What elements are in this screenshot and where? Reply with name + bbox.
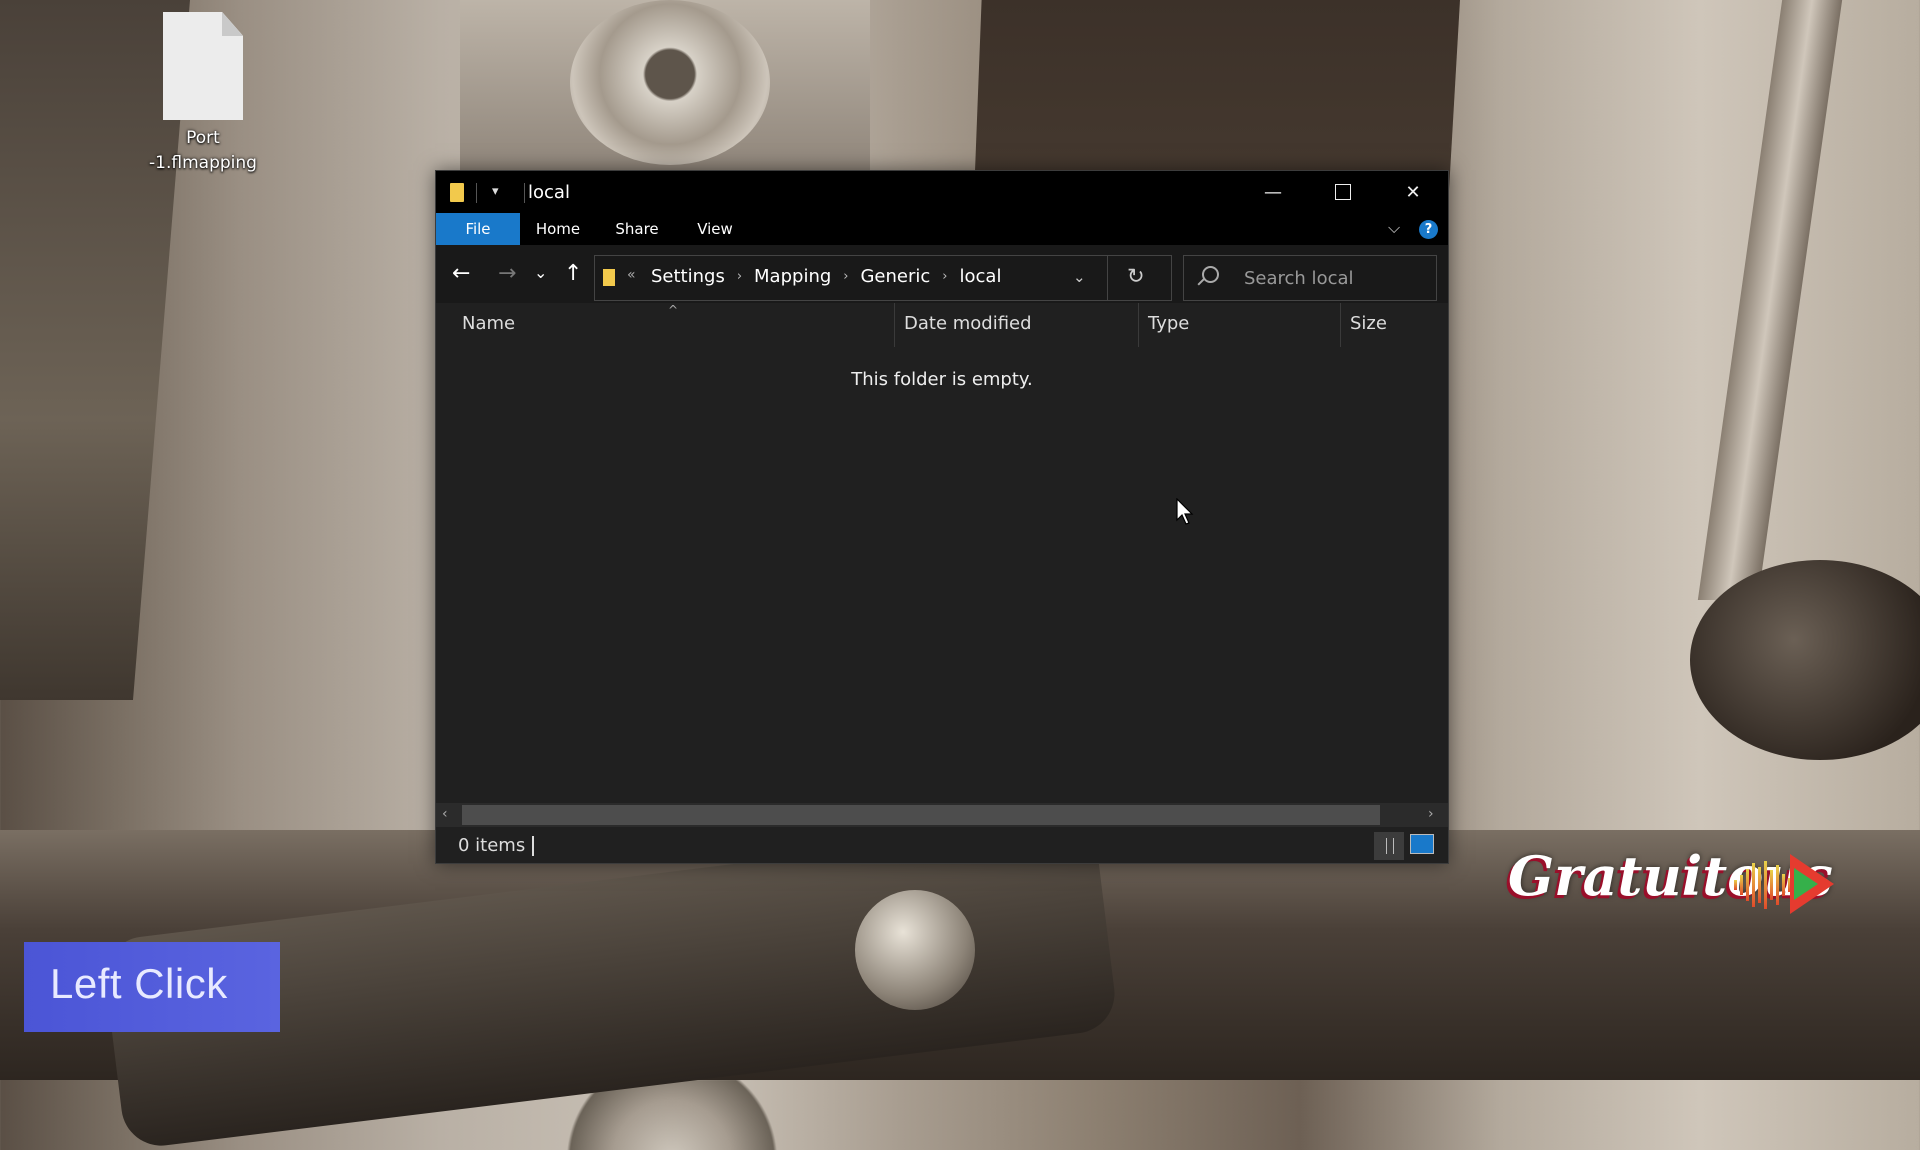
folder-icon [603, 269, 615, 286]
address-bar[interactable]: « Settings › Mapping › Generic › local ⌄… [594, 255, 1172, 301]
maximize-icon [1335, 184, 1351, 200]
divider [1107, 256, 1108, 300]
desktop-file-label: Port -1.flmapping [143, 126, 263, 176]
soundwave-icon [1734, 860, 1794, 910]
help-icon[interactable]: ? [1419, 220, 1438, 239]
breadcrumb-item-settings[interactable]: Settings [651, 266, 725, 287]
background-mic-stand [1697, 0, 1843, 600]
close-button[interactable]: ✕ [1378, 171, 1448, 213]
search-box[interactable]: Search local [1183, 255, 1437, 301]
horizontal-scrollbar[interactable]: ‹ › [436, 803, 1448, 827]
column-headers: ^ Name Date modified Type Size [436, 303, 1448, 347]
close-icon: ✕ [1405, 181, 1421, 203]
desktop-file-label-line1: Port [186, 128, 220, 148]
search-input[interactable]: Search local [1244, 268, 1354, 289]
refresh-icon[interactable]: ↻ [1127, 264, 1145, 288]
large-icons-view-icon[interactable] [1410, 834, 1434, 854]
recent-locations-chevron-icon[interactable]: ⌄ [534, 263, 547, 282]
empty-folder-message: This folder is empty. [851, 369, 1033, 390]
column-size[interactable]: Size [1350, 313, 1387, 334]
desktop-file-label-line2: -1.flmapping [149, 153, 257, 173]
tab-share[interactable]: Share [596, 213, 678, 245]
divider [524, 183, 525, 203]
ribbon-tabs: File Home Share View ⌵ ? [436, 213, 1448, 245]
up-arrow-icon[interactable]: ↑ [564, 261, 582, 286]
background-speaker-cone [570, 0, 770, 165]
breadcrumb-overflow[interactable]: « [627, 267, 636, 283]
breadcrumb-item-local[interactable]: local [960, 266, 1002, 287]
file-list-area[interactable]: This folder is empty. [436, 347, 1448, 803]
breadcrumb-separator-icon[interactable]: › [843, 269, 848, 284]
column-name[interactable]: Name [462, 313, 515, 334]
desktop-file-icon[interactable]: Port -1.flmapping [143, 12, 263, 176]
address-history-chevron-down-icon[interactable]: ⌄ [1073, 268, 1086, 286]
left-click-badge: Left Click [24, 942, 280, 1032]
play-icon-inner [1794, 868, 1818, 900]
breadcrumb-separator-icon[interactable]: › [737, 269, 742, 284]
tab-view[interactable]: View [678, 213, 752, 245]
column-divider[interactable] [894, 303, 895, 347]
minimize-icon: — [1264, 181, 1282, 203]
search-icon [1202, 266, 1219, 283]
scroll-left-icon[interactable]: ‹ [442, 806, 448, 822]
column-type[interactable]: Type [1148, 313, 1189, 334]
text-cursor [532, 836, 534, 856]
background-knob [855, 890, 975, 1010]
navigation-bar: ← → ⌄ ↑ « Settings › Mapping › Generic ›… [436, 245, 1448, 303]
window-title: local [528, 182, 570, 203]
breadcrumb: Settings › Mapping › Generic › local [651, 266, 1001, 287]
file-icon [163, 12, 243, 120]
column-date-modified[interactable]: Date modified [904, 313, 1032, 334]
back-arrow-icon[interactable]: ← [452, 261, 470, 286]
quick-access-dropdown-icon[interactable]: ▾ [492, 184, 499, 199]
folder-icon [450, 183, 464, 202]
item-count: 0 items [458, 835, 526, 856]
minimize-button[interactable]: — [1238, 171, 1308, 213]
title-bar[interactable]: ▾ local — ✕ [436, 171, 1448, 213]
status-bar: 0 items [436, 827, 1448, 863]
divider [476, 183, 477, 203]
sort-ascending-icon: ^ [668, 303, 679, 317]
file-explorer-window: ▾ local — ✕ File Home Share View ⌵ ? ← →… [435, 170, 1449, 864]
breadcrumb-item-generic[interactable]: Generic [860, 266, 930, 287]
forward-arrow-icon[interactable]: → [498, 261, 516, 286]
scroll-right-icon[interactable]: › [1428, 806, 1434, 822]
left-click-label: Left Click [50, 960, 228, 1007]
brand-logo: Gratuitous [1498, 832, 1834, 942]
details-view-icon[interactable] [1374, 832, 1404, 860]
column-divider[interactable] [1340, 303, 1341, 347]
breadcrumb-separator-icon[interactable]: › [942, 269, 947, 284]
tab-file[interactable]: File [436, 213, 520, 245]
column-divider[interactable] [1138, 303, 1139, 347]
scrollbar-thumb[interactable] [462, 805, 1380, 825]
breadcrumb-item-mapping[interactable]: Mapping [754, 266, 831, 287]
expand-ribbon-chevron-down-icon[interactable]: ⌵ [1388, 218, 1400, 238]
tab-home[interactable]: Home [520, 213, 596, 245]
maximize-button[interactable] [1308, 171, 1378, 213]
